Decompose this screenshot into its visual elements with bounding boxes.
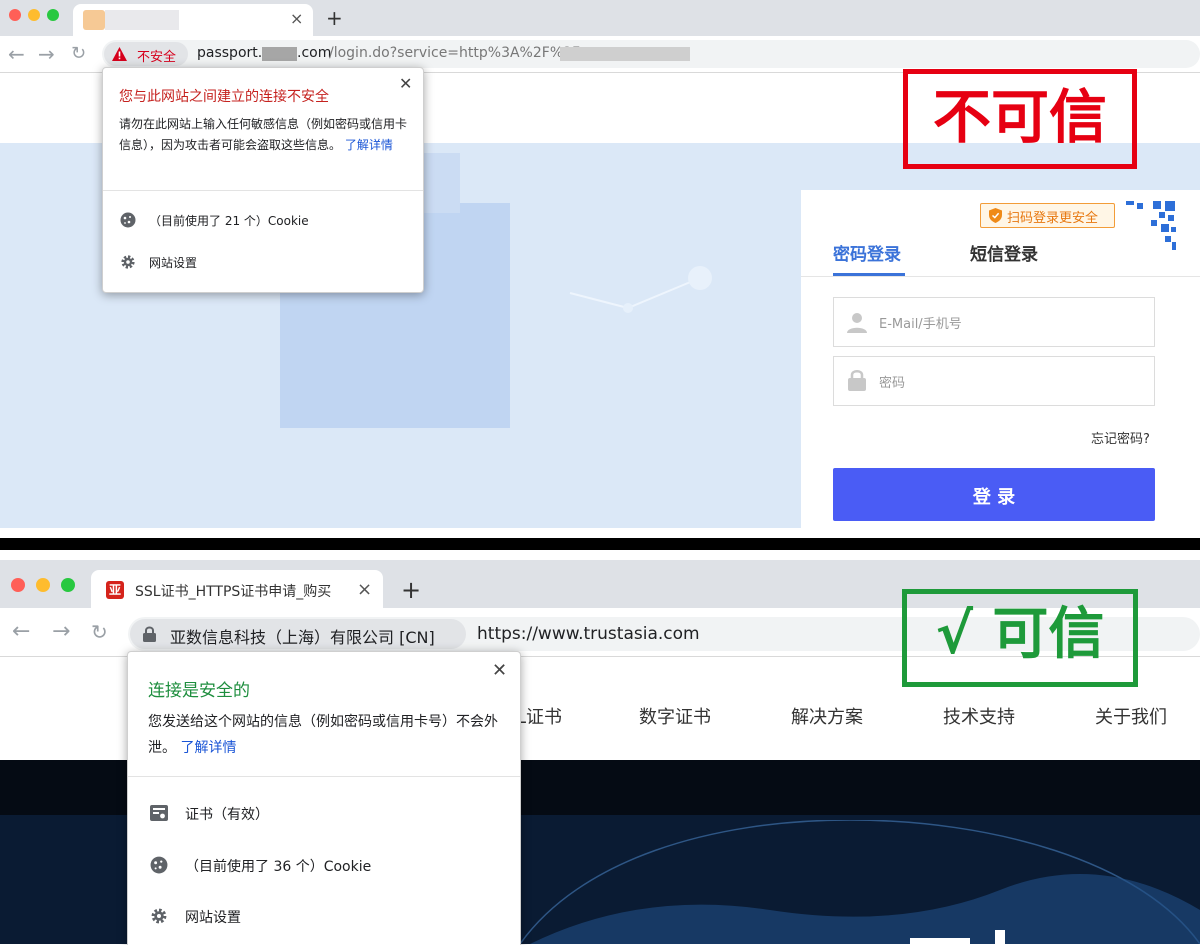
email-field[interactable]: E-Mail/手机号 [833, 297, 1155, 347]
password-placeholder: 密码 [879, 376, 906, 391]
black-divider-bar [0, 538, 1200, 550]
login-button[interactable]: 登 录 [833, 468, 1155, 521]
lock-icon [143, 626, 156, 642]
close-window-button[interactable] [9, 9, 21, 21]
tab-favicon-icon [83, 10, 105, 30]
url-path: /login.do?service=http%3A%2F%2F [329, 45, 581, 61]
certificate-row[interactable]: 证书（有效） [185, 804, 269, 824]
cookie-icon [150, 856, 168, 874]
forward-icon[interactable]: → [38, 44, 55, 64]
email-placeholder: E-Mail/手机号 [879, 317, 962, 332]
maximize-window-button[interactable] [47, 9, 59, 21]
cookie-row[interactable]: （目前使用了 21 个）Cookie [149, 212, 309, 229]
qr-code-icon[interactable] [1125, 200, 1177, 252]
popup-description: 您发送给这个网站的信息（例如密码或信用卡号）不会外泄。 了解详情 [148, 709, 500, 761]
learn-more-link[interactable]: 了解详情 [345, 138, 393, 152]
warning-icon [112, 47, 127, 61]
trusted-stamp-text: √ 可信 [935, 602, 1105, 667]
security-popup-safe: 连接是安全的 ✕ 您发送给这个网站的信息（例如密码或信用卡号）不会外泄。 了解详… [127, 651, 521, 945]
browser-tab[interactable]: 亚 SSL证书_HTTPS证书申请_购买 × [91, 570, 383, 610]
qr-login-tip-label: 扫码登录更安全 [1007, 211, 1099, 226]
tab-title-redacted [105, 10, 179, 30]
learn-more-link[interactable]: 了解详情 [180, 740, 236, 756]
tab-sms-login[interactable]: 短信登录 [970, 240, 1038, 265]
gap [0, 528, 1200, 538]
popup-title: 连接是安全的 [148, 681, 250, 701]
minimize-window-button[interactable] [36, 578, 50, 592]
url-redacted [262, 47, 297, 61]
certificate-icon [150, 805, 168, 821]
popup-close-icon[interactable]: ✕ [399, 74, 412, 93]
forward-icon[interactable]: → [52, 621, 70, 643]
site-settings-row[interactable]: 网站设置 [185, 907, 241, 927]
browser-tab[interactable]: × [73, 4, 313, 36]
login-panel: 扫码登录更安全 密码登录 短信登录 E-Mail/手机号 密码 忘记密码? 登 … [801, 190, 1200, 528]
nav-support[interactable]: 技术支持 [943, 703, 1015, 729]
popup-divider [103, 190, 423, 191]
nav-solutions[interactable]: 解决方案 [791, 703, 863, 729]
minimize-window-button[interactable] [28, 9, 40, 21]
back-icon[interactable]: ← [12, 621, 30, 643]
popup-title: 您与此网站之间建立的连接不安全 [119, 89, 329, 105]
tab-title: SSL证书_HTTPS证书申请_购买 [135, 584, 332, 600]
gear-icon [151, 908, 167, 924]
tab-divider [801, 276, 1200, 277]
popup-divider [128, 776, 520, 777]
gear-icon [121, 255, 135, 269]
url-text: https://www.trustasia.com [477, 624, 700, 644]
nav-ssl[interactable]: L证书 [516, 703, 562, 729]
popup-description: 请勿在此网站上输入任何敏感信息（例如密码或信用卡信息），因为攻击者可能会盗取这些… [119, 114, 409, 156]
forgot-password-link[interactable]: 忘记密码? [1091, 428, 1150, 447]
login-button-label: 登 录 [972, 487, 1016, 508]
trustasia-favicon-icon: 亚 [106, 581, 124, 599]
user-icon [847, 313, 867, 333]
untrusted-stamp-text: 不可信 [932, 83, 1107, 151]
site-settings-row[interactable]: 网站设置 [149, 254, 197, 271]
untrusted-stamp: 不可信 [903, 69, 1137, 169]
qr-login-tip[interactable]: 扫码登录更安全 [980, 203, 1115, 228]
security-popup-unsafe: 您与此网站之间建立的连接不安全 ✕ 请勿在此网站上输入任何敏感信息（例如密码或信… [102, 67, 424, 293]
gap-bottom [0, 550, 1200, 560]
reload-icon[interactable]: ↻ [91, 622, 108, 642]
shield-icon [989, 208, 1002, 223]
reload-icon[interactable]: ↻ [71, 44, 86, 64]
url-path-redacted [560, 47, 690, 61]
not-secure-label: 不安全 [137, 50, 177, 65]
back-icon[interactable]: ← [8, 44, 25, 64]
security-chip[interactable]: 不安全 [104, 42, 188, 66]
cookie-row[interactable]: （目前使用了 36 个）Cookie [185, 856, 371, 876]
tab-close-icon[interactable]: × [357, 579, 372, 600]
world-map-graphic [520, 820, 1200, 944]
nav-digital-cert[interactable]: 数字证书 [639, 703, 711, 729]
tab-close-icon[interactable]: × [290, 9, 303, 28]
new-tab-button[interactable]: + [326, 6, 343, 30]
new-tab-button[interactable]: + [401, 576, 421, 604]
close-window-button[interactable] [11, 578, 25, 592]
popup-close-icon[interactable]: ✕ [492, 660, 507, 681]
lock-icon [848, 370, 866, 391]
url-host-start: passport. [197, 45, 263, 61]
cookie-icon [120, 212, 136, 228]
tab-password-login[interactable]: 密码登录 [833, 240, 901, 265]
org-security-chip[interactable]: 亚数信息科技（上海）有限公司 [CN] [130, 619, 466, 649]
maximize-window-button[interactable] [61, 578, 75, 592]
org-name: 亚数信息科技（上海）有限公司 [CN] [170, 628, 435, 647]
password-field[interactable]: 密码 [833, 356, 1155, 406]
url-host-end: .com [297, 45, 332, 61]
trusted-stamp: √ 可信 [902, 589, 1138, 687]
favicon-glyph: 亚 [109, 583, 122, 597]
nav-about[interactable]: 关于我们 [1095, 703, 1167, 729]
